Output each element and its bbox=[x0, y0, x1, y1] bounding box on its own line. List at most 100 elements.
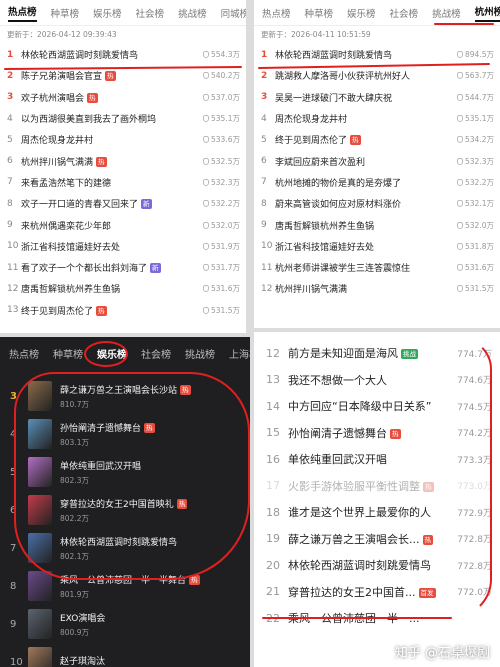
flame-icon bbox=[203, 157, 210, 165]
flame-icon bbox=[457, 157, 464, 165]
list-item[interactable]: 11 看了欢子一个个都长出斜刘海了新 531.7万 bbox=[0, 257, 246, 278]
list-item[interactable]: 7 杭州地摊的物价是真的是夯爆了 532.2万 bbox=[254, 172, 500, 193]
rank-number: 9 bbox=[7, 220, 13, 231]
tab-1[interactable]: 种草榜 bbox=[53, 346, 83, 361]
item-title-text: 陈子兄弟演唱会官宣 bbox=[21, 72, 103, 83]
flame-icon bbox=[203, 264, 210, 272]
item-title: 跳湖救人摩洛哥小伙获评杭州好人 bbox=[275, 69, 457, 82]
status-badge: 新 bbox=[141, 199, 152, 210]
item-title-text: 以为西湖很美直到我去了画外桐坞 bbox=[21, 115, 157, 126]
tab-2[interactable]: 娱乐榜 bbox=[347, 6, 376, 20]
item-title: 李斌回应蔚来首次盈利 bbox=[275, 155, 457, 168]
list-item[interactable]: 10 浙江省科技馆逼娃好去处 531.9万 bbox=[0, 236, 246, 257]
item-title: 蔚来高管谈如何应对原材料涨价 bbox=[275, 197, 457, 210]
item-title: 杭州拌川锅气满满热 bbox=[21, 155, 203, 168]
rank-number: 18 bbox=[266, 505, 280, 519]
rank-number: 10 bbox=[261, 241, 273, 252]
list-item[interactable]: 8 蔚来高管谈如何应对原材料涨价 532.1万 bbox=[254, 193, 500, 214]
list-item[interactable]: 13 终于见到周杰伦了热 531.5万 bbox=[0, 300, 246, 321]
item-title-text: 穿普拉达的女王2中国首... bbox=[288, 585, 416, 599]
heat-text: 531.6万 bbox=[211, 284, 240, 294]
list-item[interactable]: 9 EXO演唱会 800.9万 bbox=[0, 605, 250, 643]
list-item[interactable]: 12 唐禹哲解锁杭州养生鱼锅 531.6万 bbox=[0, 278, 246, 299]
list-item[interactable]: 3 欢子杭州演唱会热 537.0万 bbox=[0, 87, 246, 108]
rank-number: 11 bbox=[261, 262, 273, 273]
item-title-text: 林依轮西湖蓝调时刻跳爱情鸟 bbox=[21, 51, 139, 62]
item-title-text: 吴昊一进球破门不敢大肆庆祝 bbox=[275, 93, 393, 104]
item-title-text: 浙江省科技馆逼娃好去处 bbox=[275, 242, 375, 253]
item-title-text: 中方回应“日本降级中日关系” bbox=[288, 400, 432, 414]
list-item[interactable]: 7 来看孟浩然笔下的建德 532.3万 bbox=[0, 172, 246, 193]
heat-text: 537.0万 bbox=[211, 92, 240, 102]
item-title: 唐禹哲解锁杭州养生鱼锅 bbox=[275, 219, 457, 232]
flame-icon bbox=[457, 264, 464, 272]
tab-2[interactable]: 娱乐榜 bbox=[93, 6, 122, 20]
tab-5[interactable]: 杭州榜 bbox=[474, 4, 500, 22]
heat-text: 531.5万 bbox=[465, 284, 494, 294]
flame-icon bbox=[457, 200, 464, 208]
heat-value: 544.7万 bbox=[457, 92, 494, 103]
tab-1[interactable]: 种草榜 bbox=[51, 6, 80, 20]
flame-icon bbox=[203, 93, 210, 101]
thumbnail-image[interactable] bbox=[28, 571, 52, 601]
rank-number: 7 bbox=[261, 177, 267, 188]
heat-text: 554.3万 bbox=[211, 50, 240, 60]
tab-0[interactable]: 热点榜 bbox=[262, 6, 291, 20]
item-title: 赵子琪淘汰 bbox=[60, 654, 250, 667]
list-item[interactable]: 5 终于见到周杰伦了热 534.2万 bbox=[254, 129, 500, 150]
list-item[interactable]: 2 跳湖救人摩洛哥小伙获评杭州好人 563.7万 bbox=[254, 65, 500, 86]
list-item[interactable]: 4 以为西湖很美直到我去了画外桐坞 535.1万 bbox=[0, 108, 246, 129]
list-item[interactable]: 11 杭州老师讲课被学生三连答震惊住 531.6万 bbox=[254, 257, 500, 278]
list-item[interactable]: 4 周杰伦现身龙井村 535.1万 bbox=[254, 108, 500, 129]
item-title-text: 来看孟浩然笔下的建德 bbox=[21, 178, 112, 189]
list-item[interactable]: 3 吴昊一进球破门不敢大肆庆祝 544.7万 bbox=[254, 87, 500, 108]
list-item[interactable]: 6 李斌回应蔚来首次盈利 532.3万 bbox=[254, 150, 500, 171]
heat-value: 563.7万 bbox=[457, 70, 494, 81]
item-title-text: 来杭州偶遇栾花少年郎 bbox=[21, 221, 112, 232]
list-item[interactable]: 10 赵子琪淘汰 bbox=[0, 643, 250, 667]
list-item[interactable]: 9 唐禹哲解锁杭州养生鱼锅 532.0万 bbox=[254, 214, 500, 235]
tab-3[interactable]: 社会榜 bbox=[136, 6, 165, 20]
list-item[interactable]: 10 浙江省科技馆逼娃好去处 531.8万 bbox=[254, 236, 500, 257]
tab-4[interactable]: 挑战榜 bbox=[185, 346, 215, 361]
status-badge: 挑战 bbox=[401, 349, 418, 360]
item-title: 陈子兄弟演唱会官宣热 bbox=[21, 69, 203, 82]
thumbnail-image[interactable] bbox=[28, 609, 52, 639]
tab-5[interactable]: 上海榜 bbox=[229, 346, 250, 361]
heat-value: 800.9万 bbox=[60, 627, 89, 637]
tab-1[interactable]: 种草榜 bbox=[305, 6, 334, 20]
list-item[interactable]: 12 杭州拌川锅气满满 531.5万 bbox=[254, 278, 500, 299]
tab-0[interactable]: 热点榜 bbox=[8, 4, 37, 22]
rank-number: 3 bbox=[7, 92, 14, 103]
list-item[interactable]: 8 欢子一开口道的青春又回来了新 532.2万 bbox=[0, 193, 246, 214]
tab-0[interactable]: 热点榜 bbox=[9, 346, 39, 361]
heat-value: 531.5万 bbox=[203, 305, 240, 316]
item-title-text: 终于见到周杰伦了 bbox=[21, 306, 94, 317]
list-item[interactable]: 9 来杭州偶遇栾花少年郎 532.0万 bbox=[0, 214, 246, 235]
flame-icon bbox=[203, 200, 210, 208]
heat-value: 532.0万 bbox=[457, 220, 494, 231]
list-item[interactable]: 1 林依轮西湖蓝调时刻跳爱情鸟 894.5万 bbox=[254, 44, 500, 65]
rank-number: 8 bbox=[7, 198, 13, 209]
list-item[interactable]: 5 周杰伦现身龙井村 533.6万 bbox=[0, 129, 246, 150]
rank-number: 15 bbox=[266, 426, 280, 440]
list-item[interactable]: 6 杭州拌川锅气满满热 532.5万 bbox=[0, 150, 246, 171]
flame-icon bbox=[457, 242, 464, 250]
heat-text: 531.6万 bbox=[465, 263, 494, 273]
flame-icon bbox=[457, 285, 464, 293]
heat-text: 532.3万 bbox=[465, 156, 494, 166]
item-title-text: 杭州拌川锅气满满 bbox=[21, 157, 94, 168]
list-item[interactable]: 1 林依轮西湖蓝调时刻跳爱情鸟 554.3万 bbox=[0, 44, 246, 65]
heat-text: 532.5万 bbox=[211, 156, 240, 166]
tab-3[interactable]: 社会榜 bbox=[141, 346, 171, 361]
item-title-text: 终于见到周杰伦了 bbox=[275, 136, 348, 147]
tab-4[interactable]: 挑战榜 bbox=[178, 6, 207, 20]
annotation-circle bbox=[14, 372, 250, 580]
tab-4[interactable]: 挑战榜 bbox=[432, 6, 461, 20]
tab-3[interactable]: 社会榜 bbox=[390, 6, 419, 20]
tab-5[interactable]: 同城榜 bbox=[221, 6, 246, 20]
heat-text: 531.5万 bbox=[211, 305, 240, 315]
item-title-text: 跳湖救人摩洛哥小伙获评杭州好人 bbox=[275, 72, 411, 83]
hot-list: 1 林依轮西湖蓝调时刻跳爱情鸟 554.3万 2 陈子兄弟演唱会官宣热 540.2万 3 欢子… bbox=[0, 44, 246, 321]
thumbnail-image[interactable] bbox=[28, 647, 52, 667]
